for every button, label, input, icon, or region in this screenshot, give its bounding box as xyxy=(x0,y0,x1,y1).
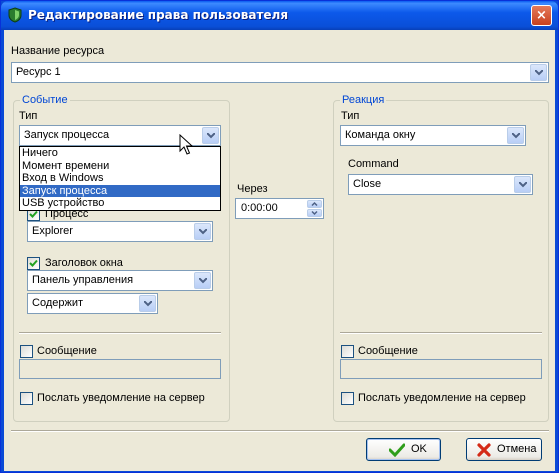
dropdown-option[interactable]: USB устройство xyxy=(20,197,220,210)
bottom-divider xyxy=(11,430,549,432)
event-notify-checkbox[interactable] xyxy=(20,392,33,405)
window-title-select[interactable]: Панель управления xyxy=(27,270,213,291)
window-title-checkbox[interactable] xyxy=(27,257,40,270)
dropdown-option-selected[interactable]: Запуск процесса xyxy=(20,184,220,198)
close-icon: × xyxy=(536,8,547,23)
ok-button[interactable]: OK xyxy=(366,438,441,461)
chevron-down-icon[interactable] xyxy=(507,127,524,144)
command-label: Command xyxy=(348,158,399,170)
window-title: Редактирование права пользователя xyxy=(28,8,289,22)
app-shield-icon xyxy=(8,7,22,23)
process-select[interactable]: Explorer xyxy=(27,221,213,242)
close-button[interactable]: × xyxy=(531,5,552,26)
dialog-client-area: Название ресурса Ресурс 1 Событие Тип За… xyxy=(4,30,555,471)
event-type-label: Тип xyxy=(19,110,38,122)
delay-value: 0:00:00 xyxy=(241,202,278,214)
process-select-value: Explorer xyxy=(32,225,73,237)
ok-label: OK xyxy=(411,443,427,455)
checkmark-icon xyxy=(389,443,405,457)
dropdown-option[interactable]: Вход в Windows xyxy=(20,172,220,185)
command-value: Close xyxy=(353,178,382,190)
reaction-notify-label: Послать уведомление на сервер xyxy=(358,392,526,404)
resource-select[interactable]: Ресурс 1 xyxy=(11,62,549,83)
event-message-checkbox[interactable] xyxy=(20,345,33,358)
resource-name-label: Название ресурса xyxy=(11,45,105,57)
window-title-checkbox-label: Заголовок окна xyxy=(45,257,123,269)
event-notify-label: Послать уведомление на сервер xyxy=(37,392,205,404)
reaction-type-value: Команда окну xyxy=(345,129,416,141)
chevron-down-icon[interactable] xyxy=(194,223,211,240)
reaction-group-title: Реакция xyxy=(340,94,387,106)
command-select[interactable]: Close xyxy=(348,174,533,195)
spin-down-button[interactable] xyxy=(307,209,322,217)
chevron-down-icon[interactable] xyxy=(202,127,219,144)
reaction-message-checkbox[interactable] xyxy=(341,345,354,358)
match-mode-value: Содержит xyxy=(32,297,84,309)
chevron-down-icon[interactable] xyxy=(530,64,547,81)
reaction-notify-checkbox[interactable] xyxy=(341,392,354,405)
resource-select-value: Ресурс 1 xyxy=(16,66,61,78)
event-type-value: Запуск процесса xyxy=(24,129,110,141)
delay-label: Через xyxy=(237,183,268,195)
mouse-pointer-icon xyxy=(179,134,193,155)
cancel-label: Отмена xyxy=(497,443,537,455)
event-message-label: Сообщение xyxy=(37,345,97,357)
dialog-window: Редактирование права пользователя × Назв… xyxy=(0,0,559,473)
match-mode-select[interactable]: Содержит xyxy=(27,293,158,314)
cancel-button[interactable]: Отмена xyxy=(466,438,542,461)
reaction-type-label: Тип xyxy=(341,110,360,122)
event-message-field[interactable] xyxy=(19,359,221,379)
reaction-message-label: Сообщение xyxy=(358,345,418,357)
red-x-icon xyxy=(477,443,491,457)
dropdown-option[interactable]: Момент времени xyxy=(20,160,220,173)
event-divider xyxy=(19,332,221,334)
spin-up-button[interactable] xyxy=(307,200,322,208)
reaction-divider xyxy=(340,332,542,334)
chevron-down-icon[interactable] xyxy=(139,295,156,312)
chevron-down-icon[interactable] xyxy=(514,176,531,193)
delay-spinner[interactable]: 0:00:00 xyxy=(235,198,324,219)
title-bar[interactable]: Редактирование права пользователя × xyxy=(1,1,558,30)
chevron-down-icon[interactable] xyxy=(194,272,211,289)
reaction-message-field[interactable] xyxy=(340,359,542,379)
window-title-select-value: Панель управления xyxy=(32,274,134,286)
event-group-title: Событие xyxy=(20,94,70,106)
reaction-type-select[interactable]: Команда окну xyxy=(340,125,526,146)
